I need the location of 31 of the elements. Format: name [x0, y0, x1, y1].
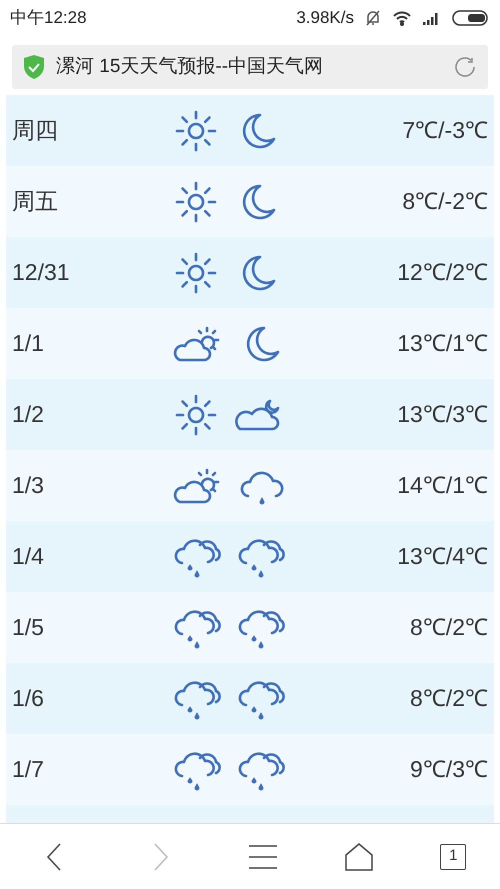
date-label: 周四 [12, 116, 59, 146]
temperature-label: 9℃/3℃ [409, 755, 488, 784]
date-label: 1/7 [12, 755, 45, 784]
network-speed: 3.98K/s [296, 7, 354, 30]
tabs-button[interactable]: 1 [440, 844, 466, 870]
shield-check-icon [22, 54, 46, 80]
temperature-label: 14℃/1℃ [396, 471, 488, 500]
temperature-label: 13℃/1℃ [396, 329, 488, 358]
date-label: 1/3 [12, 471, 45, 500]
temperature-label: 12℃/2℃ [396, 258, 488, 288]
temperature-label: 13℃/4℃ [396, 542, 488, 572]
date-label: 周五 [12, 187, 59, 216]
temperature-label: 7℃/-3℃ [401, 116, 488, 146]
menu-icon[interactable] [248, 844, 278, 870]
date-label: 1/4 [12, 542, 45, 572]
temperature-label: 8℃/2℃ [409, 613, 488, 642]
date-label: 1/6 [12, 684, 45, 714]
date-label: 1/5 [12, 613, 45, 642]
date-label: 1/2 [12, 400, 45, 430]
temperature-label: 8℃/-2℃ [401, 187, 488, 216]
date-label: 12/31 [12, 258, 71, 288]
date-label: 1/1 [12, 329, 45, 358]
clock: 中午12:28 [10, 7, 87, 30]
muted-bell-icon [364, 9, 382, 27]
temperature-label: 13℃/3℃ [396, 400, 488, 430]
address-bar[interactable]: 漯河 15天天气预报--中国天气网 [12, 45, 488, 89]
home-icon[interactable] [345, 842, 374, 870]
battery-icon [452, 10, 490, 26]
temperature-label: 8℃/2℃ [409, 684, 488, 714]
page-title: 漯河 15天天气预报--中国天气网 [56, 54, 324, 79]
wifi-icon [392, 10, 412, 26]
